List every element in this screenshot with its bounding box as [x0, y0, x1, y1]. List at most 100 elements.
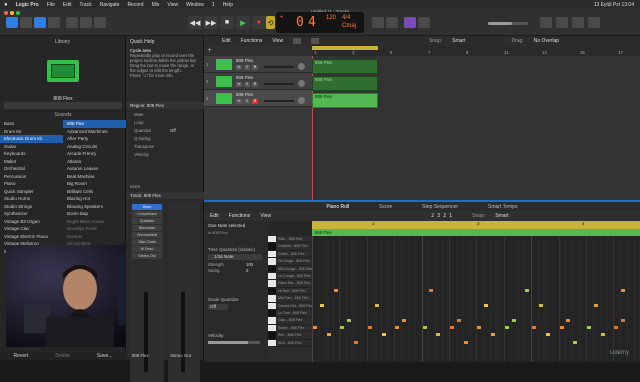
- track-name[interactable]: 808 Flex: [236, 58, 253, 63]
- midi-note[interactable]: [484, 303, 489, 307]
- category-item[interactable]: Piano: [0, 180, 63, 188]
- quantize-value[interactable]: Off: [170, 127, 176, 135]
- quick-help-button[interactable]: [34, 17, 46, 28]
- piano-key[interactable]: [268, 243, 276, 250]
- category-item[interactable]: Vintage Electric Piano: [0, 233, 63, 241]
- midi-note[interactable]: [477, 325, 482, 329]
- category-item[interactable]: Quick Sampler: [0, 188, 63, 196]
- midi-note[interactable]: [450, 325, 454, 329]
- midi-note[interactable]: [600, 333, 605, 337]
- midi-note[interactable]: [429, 288, 434, 292]
- drum-key-label[interactable]: Ride - 808 Flex: [268, 236, 312, 244]
- category-item[interactable]: Guitar: [0, 143, 63, 151]
- library-search-field[interactable]: [4, 102, 122, 109]
- patch-item[interactable]: 808 Flex: [63, 120, 126, 128]
- piano-key[interactable]: [268, 287, 276, 295]
- drum-key-label[interactable]: Lo Conga - 808 Flex: [268, 273, 312, 281]
- midi-note[interactable]: [313, 325, 317, 329]
- drum-key-label[interactable]: Crash - 808 Flex: [268, 250, 312, 259]
- midi-note[interactable]: [504, 325, 509, 329]
- drum-key-label[interactable]: Rim - 808 Flex: [268, 332, 312, 340]
- snap-value[interactable]: Smart: [452, 38, 465, 44]
- patch-item[interactable]: Atlanta: [63, 158, 126, 166]
- solo-button[interactable]: S: [244, 99, 250, 104]
- patch-item[interactable]: Analog Circuits: [63, 143, 126, 151]
- midi-note[interactable]: [587, 325, 591, 329]
- drum-key-label[interactable]: Cowbell - 808 Flex: [268, 243, 312, 251]
- lcd-display[interactable]: ● 0 4 120 4/4 Cmaj: [276, 12, 364, 33]
- patch-item[interactable]: Brilliant Cells: [63, 188, 126, 196]
- category-item[interactable]: Bass: [0, 120, 63, 128]
- plugin-slot[interactable]: ChromaVerb: [132, 232, 162, 238]
- solo-button[interactable]: [386, 17, 398, 28]
- inspector-button[interactable]: [20, 17, 32, 28]
- track-pan-knob[interactable]: [298, 97, 305, 104]
- category-item[interactable]: Drum Kit: [0, 128, 63, 136]
- minimize-window-icon[interactable]: [10, 11, 14, 15]
- drum-key-label[interactable]: Lo Tom - 808 Flex: [268, 310, 312, 318]
- tab-piano-roll[interactable]: Piano Roll: [326, 204, 349, 210]
- pr-edit-menu[interactable]: Edit: [210, 213, 219, 219]
- revert-button[interactable]: Revert: [14, 353, 29, 359]
- record-button[interactable]: ●: [252, 16, 266, 29]
- piano-key[interactable]: [268, 258, 276, 265]
- tracks-ruler[interactable]: 1 3 5 7 9 11 13 15 17: [312, 46, 640, 56]
- patch-item[interactable]: Blazing Hot: [63, 195, 126, 203]
- patch-item[interactable]: Beat Machine: [63, 173, 126, 181]
- piano-key[interactable]: [268, 280, 276, 287]
- plugin-slot[interactable]: Bitcrusher: [132, 225, 162, 231]
- note-grid[interactable]: [312, 236, 640, 362]
- track-name[interactable]: 808 Flex: [236, 75, 253, 80]
- cycle-button[interactable]: ⟲: [266, 16, 275, 29]
- category-item[interactable]: Mallet: [0, 158, 63, 166]
- record-enable-button[interactable]: R: [252, 82, 258, 87]
- patch-item[interactable]: Autumn Leaves: [63, 165, 126, 173]
- position-display[interactable]: 2 3 2 1: [431, 213, 452, 219]
- drum-key-label[interactable]: Mid Conga - 808 Flex: [268, 265, 312, 274]
- region-param-row[interactable]: Mute: [126, 111, 204, 119]
- tab-step-sequencer[interactable]: Step Sequencer: [422, 204, 458, 210]
- category-item[interactable]: Orchestral: [0, 165, 63, 173]
- midi-note[interactable]: [614, 325, 619, 329]
- menu-track[interactable]: Track: [79, 2, 91, 8]
- delete-button[interactable]: Delete: [55, 353, 69, 359]
- midi-note[interactable]: [436, 333, 441, 337]
- master-volume-slider[interactable]: [488, 22, 528, 25]
- category-item[interactable]: Electronic Drum Kit: [0, 135, 63, 143]
- track-inspector-header[interactable]: Track: 808 Flex: [126, 192, 204, 199]
- region-param-row[interactable]: Transpose: [126, 143, 204, 151]
- rewind-button[interactable]: ◀◀: [188, 16, 202, 29]
- drum-key-label[interactable]: Snare - 808 Flex: [268, 324, 312, 333]
- drum-key-label[interactable]: Mid Tom - 808 Flex: [268, 295, 312, 303]
- piano-key[interactable]: [268, 265, 276, 272]
- track-header[interactable]: 2 808 Flex M S R: [204, 73, 312, 90]
- track-volume-slider[interactable]: [264, 66, 294, 68]
- plugin-slot[interactable]: Side Chain: [132, 239, 162, 245]
- midi-note[interactable]: [566, 318, 571, 322]
- tracks-view-menu[interactable]: View: [272, 38, 283, 44]
- region-param-row[interactable]: Q-Swing: [126, 135, 204, 143]
- menu-1[interactable]: 1: [212, 2, 215, 8]
- menu-record[interactable]: Record: [127, 2, 143, 8]
- browsers-button[interactable]: [588, 17, 600, 28]
- drum-key-label[interactable]: Hi Conga - 808 Flex: [268, 258, 312, 266]
- record-enable-button[interactable]: R: [252, 99, 258, 104]
- category-item[interactable]: Vintage B3 Organ: [0, 218, 63, 226]
- piano-key[interactable]: [268, 317, 276, 324]
- menu-view[interactable]: View: [167, 2, 178, 8]
- save-button[interactable]: Save...: [97, 353, 113, 359]
- region-inspector-header[interactable]: Region: 808 Flex: [126, 102, 204, 109]
- category-item[interactable]: Studio Horns: [0, 195, 63, 203]
- plugin-slot[interactable]: Drum: [132, 204, 162, 210]
- midi-note[interactable]: [491, 333, 496, 337]
- region-param-row[interactable]: Quantize Off: [126, 127, 204, 135]
- patch-item[interactable]: Advanced Machines: [63, 128, 126, 136]
- midi-note[interactable]: [559, 325, 564, 329]
- piano-key[interactable]: [268, 250, 276, 258]
- pencil-tool-button[interactable]: [311, 38, 320, 44]
- add-track-icon[interactable]: +: [208, 48, 212, 54]
- tab-score[interactable]: Score: [379, 204, 392, 210]
- patch-item[interactable]: Boom Bap: [63, 210, 126, 218]
- drum-key-label[interactable]: Closed Hat - 808 Flex: [268, 302, 312, 311]
- count-in-button[interactable]: [404, 17, 416, 28]
